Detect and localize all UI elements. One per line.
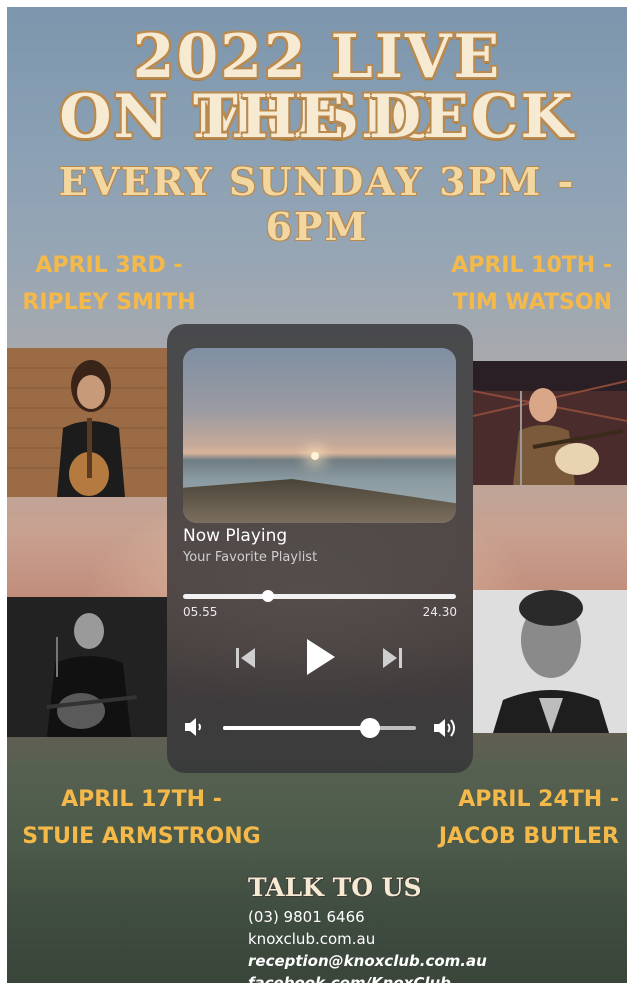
cover-shoreline [183,479,456,523]
current-time: 05.55 [183,605,218,619]
volume-slider[interactable] [223,718,416,738]
volume-high-icon[interactable] [433,716,459,740]
contact-phone: (03) 9801 6466 [248,908,365,926]
contact-title: TALK TO US [248,873,422,902]
volume-low-icon[interactable] [183,716,205,738]
contact-website[interactable]: knoxclub.com.au [248,928,487,950]
event-poster: 2022 LIVE MUSIC ON THE DECK EVERY SUNDAY… [7,7,627,983]
previous-track-icon[interactable] [233,644,259,672]
act-name: JACOB BUTLER [438,824,619,849]
act-name: STUIE ARMSTRONG [22,824,261,849]
cover-sun [311,452,319,460]
poster-subtitle: EVERY SUNDAY 3PM - 6PM [58,159,576,249]
act-date: APRIL 3RD - [35,253,183,278]
volume-handle[interactable] [359,718,380,738]
artist-photo-ripley-smith [7,348,167,497]
act-name: RIPLEY SMITH [22,290,196,315]
progress-handle[interactable] [261,590,274,602]
next-track-icon[interactable] [379,644,405,672]
volume-fill [223,726,370,730]
artist-photo-jacob-butler [473,590,627,733]
act-date: APRIL 17TH - [61,787,222,812]
artist-photo-tim-watson [473,361,627,485]
act-date: APRIL 24TH - [458,787,619,812]
play-icon[interactable] [303,637,337,677]
poster-title-line2: ON THE DECK [59,82,575,152]
contact-email[interactable]: reception@knoxclub.com.au [248,950,487,972]
music-player: Now Playing Your Favorite Playlist 05.55… [167,324,473,773]
act-jacob-butler: APRIL 24TH - JACOB BUTLER [419,781,619,855]
act-date: APRIL 10TH - [451,253,612,278]
now-playing-label: Now Playing [183,526,288,546]
progress-bar[interactable] [183,590,456,602]
contact-facebook[interactable]: facebook.com/KnoxClub [248,972,487,983]
playlist-name: Your Favorite Playlist [183,550,318,565]
act-tim-watson: APRIL 10TH - TIM WATSON [432,247,612,321]
act-ripley-smith: APRIL 3RD - RIPLEY SMITH [19,247,199,321]
contact-section: TALK TO US (03) 9801 6466 knoxclub.com.a… [248,873,487,983]
total-time: 24.30 [422,605,457,619]
artist-photo-stuie-armstrong [7,597,167,737]
act-stuie-armstrong: APRIL 17TH - STUIE ARMSTRONG [19,781,264,855]
act-name: TIM WATSON [452,290,612,315]
album-cover-sunset [183,348,456,523]
